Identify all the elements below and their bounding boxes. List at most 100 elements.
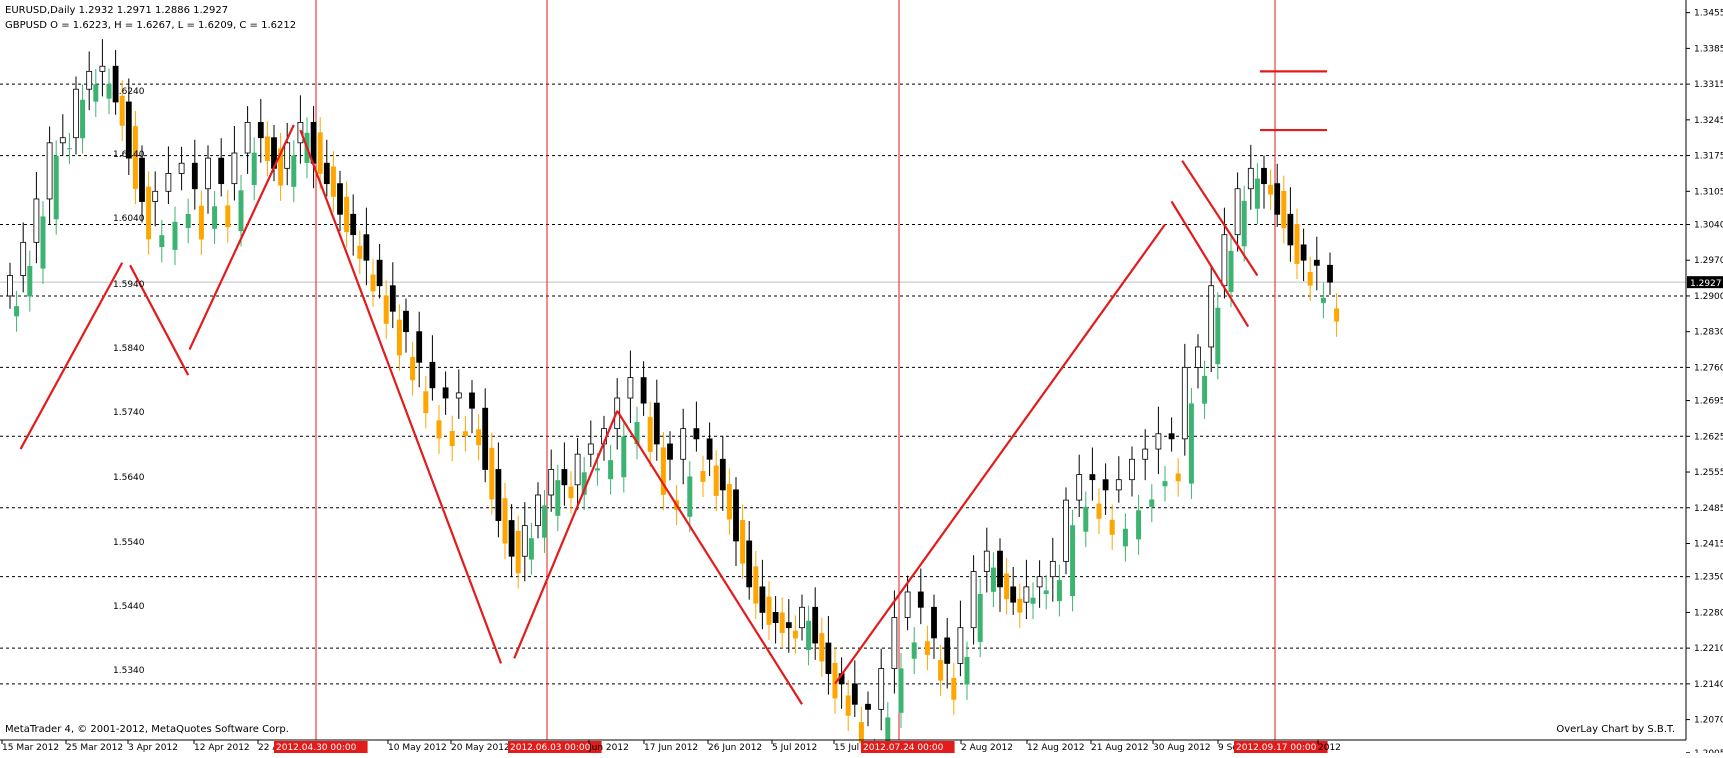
gbpusd-candle-body	[449, 431, 455, 447]
eurusd-candle-body	[73, 88, 79, 139]
gbpusd-candle-body	[911, 642, 917, 659]
eurusd-candle-body	[1208, 285, 1215, 348]
time-axis-label: 30 Aug 2012	[1153, 743, 1211, 753]
eurusd-candle-body	[1234, 188, 1241, 236]
time-axis-label: 15 Mar 2012	[2, 743, 59, 753]
gbpusd-candle-body	[53, 155, 59, 220]
date-marker-label: 2012.04.30 00:00	[276, 743, 357, 753]
eurusd-candle-body	[7, 275, 13, 297]
eurusd-candle-body	[350, 213, 357, 236]
chart-window[interactable]: 1.6240 1.6140 1.6040 1.5940 1.5840 1.5740 1.56…	[0, 0, 1723, 758]
gbpusd-candle-body	[317, 132, 323, 174]
gbpusd-candle-body	[66, 148, 72, 150]
eurusd-candle-body	[416, 331, 423, 363]
right-axis-tick-label: 1.3315	[1694, 80, 1723, 90]
eurusd-candle-body	[812, 606, 819, 644]
gbpusd-candle-body	[1162, 481, 1168, 487]
eurusd-candle-body	[772, 611, 779, 624]
right-axis-tick-label: 1.2350	[1694, 573, 1723, 583]
eurusd-candle-body	[627, 377, 634, 399]
gbpusd-candle-body	[977, 593, 983, 642]
gbpusd-candle-body	[1017, 598, 1023, 613]
date-marker-label: 2012.07.24 00:00	[863, 743, 944, 753]
overlay-ohlc-line: GBPUSD O = 1.6223, H = 1.6267, L = 1.620…	[5, 20, 296, 31]
eurusd-candle-body	[1195, 346, 1201, 368]
eurusd-candle-body	[1181, 366, 1188, 440]
gbpusd-candle-body	[264, 136, 270, 162]
gbpusd-candle-body	[1004, 573, 1010, 600]
gbpusd-candle-body	[251, 152, 257, 185]
gbpusd-candle-body	[766, 596, 772, 625]
gbpusd-candle-body	[1228, 250, 1234, 292]
overlay-axis-label: 1.5740	[113, 408, 145, 418]
gbpusd-candle-body	[700, 471, 706, 482]
eurusd-candle-body	[495, 469, 502, 521]
gbpusd-candle-body	[396, 319, 402, 356]
right-axis-tick-label: 1.2485	[1694, 504, 1723, 514]
date-marker-label: 2012.09.17 00:00	[1236, 743, 1317, 753]
gbpusd-candle-body	[542, 505, 548, 538]
gbpusd-candle-body	[489, 447, 495, 500]
eurusd-candle-body	[799, 606, 805, 629]
time-axis-label: 2012	[1318, 743, 1341, 753]
eurusd-candle-body	[944, 637, 951, 664]
eurusd-candle-body	[1142, 448, 1149, 460]
eurusd-candle-body	[20, 241, 27, 276]
eurusd-candle-body	[865, 703, 871, 710]
eurusd-candle-body	[878, 668, 885, 710]
gbpusd-candle-body	[1188, 403, 1194, 484]
overlay-axis-label: 1.6040	[113, 214, 145, 224]
time-axis-label: 10 May 2012	[388, 743, 447, 753]
gbpusd-candle-body	[423, 391, 429, 414]
eurusd-candle-body	[1313, 259, 1320, 266]
gbpusd-candle-body	[647, 417, 653, 452]
time-axis-label: 20 May 2012	[451, 743, 510, 753]
gbpusd-candle-body	[924, 641, 930, 655]
gbpusd-candle-body	[80, 99, 86, 139]
gbpusd-candle-body	[964, 656, 970, 685]
gbpusd-candle-body	[515, 530, 521, 574]
overlay-axis-label: 1.5840	[113, 344, 145, 354]
right-axis-tick-label: 1.3105	[1694, 187, 1723, 197]
eurusd-candle-body	[535, 494, 541, 527]
overlay-credit-text: OverLay Chart by S.B.T.	[1556, 724, 1675, 735]
eurusd-candle-body	[1327, 264, 1333, 283]
gbpusd-candle-body	[740, 519, 746, 564]
eurusd-candle-body	[442, 387, 449, 399]
eurusd-candle-body	[1023, 586, 1030, 603]
overlay-axis-label: 1.6240	[113, 87, 145, 97]
right-axis-tick-label: 1.2695	[1694, 397, 1723, 407]
gbpusd-candle-body	[159, 235, 165, 248]
eurusd-candle-body	[1115, 479, 1122, 491]
gbpusd-candle-body	[779, 612, 785, 633]
eurusd-candle-body	[337, 183, 343, 215]
time-axis-label: 12 Apr 2012	[194, 743, 250, 753]
eurusd-candle-body	[719, 458, 726, 491]
eurusd-candle-body	[231, 152, 238, 185]
time-axis-label: 12 Aug 2012	[1027, 743, 1085, 753]
gbpusd-candle-body	[528, 538, 534, 560]
overlay-candlestick-chart[interactable]: 1.6240 1.6140 1.6040 1.5940 1.5840 1.5740 1.56…	[0, 0, 1723, 758]
eurusd-candle-body	[667, 443, 673, 460]
gbpusd-candle-body	[898, 668, 904, 713]
eurusd-candle-body	[1102, 479, 1109, 491]
eurusd-candle-body	[403, 310, 409, 333]
eurusd-candle-body	[640, 377, 647, 404]
gbpusd-candle-body	[185, 214, 191, 228]
eurusd-candle-body	[680, 428, 687, 460]
gbpusd-candle-body	[555, 480, 561, 516]
gbpusd-candle-body	[594, 468, 600, 471]
eurusd-candle-body	[469, 392, 475, 409]
gbpusd-candle-body	[40, 216, 46, 269]
eurusd-candle-body	[191, 162, 198, 190]
eurusd-candle-body	[257, 121, 264, 139]
eurusd-candle-body	[376, 259, 383, 287]
eurusd-candle-body	[891, 617, 898, 669]
eurusd-candle-body	[653, 402, 660, 445]
eurusd-candle-body	[59, 137, 66, 144]
eurusd-candle-body	[284, 142, 291, 169]
eurusd-candle-body	[957, 627, 964, 664]
eurusd-candle-body	[244, 121, 251, 154]
gbpusd-candle-body	[951, 677, 957, 700]
eurusd-candle-body	[587, 443, 594, 455]
